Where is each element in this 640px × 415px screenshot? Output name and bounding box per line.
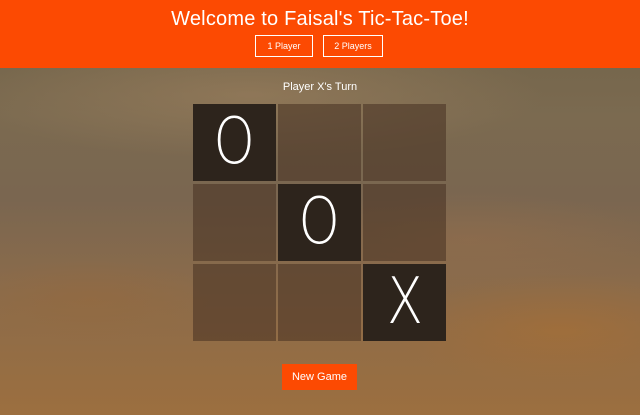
board-cell-2[interactable] (278, 104, 361, 181)
new-game-button[interactable]: New Game (282, 364, 357, 390)
board-cell-7[interactable] (193, 264, 276, 341)
page-title: Welcome to Faisal's Tic-Tac-Toe! (171, 8, 469, 30)
board-cell-3[interactable] (363, 104, 446, 181)
one-player-button[interactable]: 1 Player (255, 35, 313, 57)
two-players-button[interactable]: 2 Players (323, 35, 383, 57)
cell-mark: O (213, 105, 256, 179)
turn-indicator: Player X's Turn (282, 81, 358, 93)
cell-mark: O (298, 185, 341, 259)
board-cell-1[interactable]: O (193, 104, 276, 181)
game-board: O O X (193, 104, 446, 341)
cell-mark: X (386, 265, 423, 339)
board-cell-9[interactable]: X (363, 264, 446, 341)
board-cell-4[interactable] (193, 184, 276, 261)
board-cell-5[interactable]: O (278, 184, 361, 261)
board-cell-6[interactable] (363, 184, 446, 261)
header-bar: Welcome to Faisal's Tic-Tac-Toe! 1 Playe… (0, 0, 640, 68)
board-cell-8[interactable] (278, 264, 361, 341)
